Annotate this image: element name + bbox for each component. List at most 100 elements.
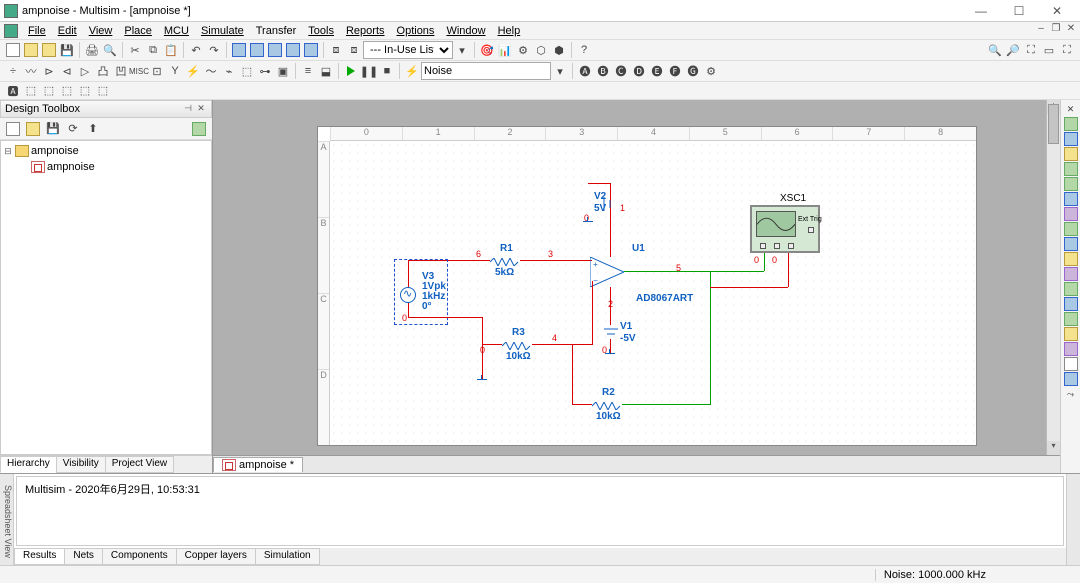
instr-tek-icon[interactable]	[1063, 342, 1079, 356]
menu-help[interactable]: Help	[492, 24, 527, 38]
interactive-icon[interactable]: ⚡	[403, 62, 421, 80]
paste-icon[interactable]: 📋	[162, 41, 180, 59]
menu-transfer[interactable]: Transfer	[250, 24, 303, 38]
v2-icon[interactable]: ⬚	[22, 82, 40, 100]
menu-simulate[interactable]: Simulate	[195, 24, 250, 38]
resistor-r2-icon[interactable]	[592, 401, 622, 409]
instr-iv-icon[interactable]	[1063, 267, 1079, 281]
hier-icon[interactable]: ⬓	[317, 62, 335, 80]
probe3-icon[interactable]: ⚙	[514, 41, 532, 59]
comp2-icon[interactable]: ⧈	[345, 41, 363, 59]
canvas-area[interactable]: 012345678 ABCD V2 5V 0 1 R1	[213, 100, 1060, 473]
instr-spectrum-icon[interactable]	[1063, 297, 1079, 311]
pause-icon[interactable]: ❚❚	[360, 62, 378, 80]
stop-icon[interactable]: ■	[378, 62, 396, 80]
place-src-icon[interactable]: ÷	[4, 62, 22, 80]
place-em-icon[interactable]: ⌁	[220, 62, 238, 80]
inuse-combo[interactable]: --- In-Use List ---	[363, 41, 453, 59]
v4-icon[interactable]: ⬚	[58, 82, 76, 100]
instr-network-icon[interactable]	[1063, 312, 1079, 326]
tab-components[interactable]: Components	[102, 548, 177, 565]
instr-multimeter-icon[interactable]	[1063, 117, 1079, 131]
menu-reports[interactable]: Reports	[340, 24, 391, 38]
tab-results[interactable]: Results	[14, 548, 65, 565]
place-mcu-icon[interactable]: ▣	[274, 62, 292, 80]
print-icon[interactable]: 🖨	[83, 41, 101, 59]
v6-icon[interactable]: ⬚	[94, 82, 112, 100]
menu-view[interactable]: View	[83, 24, 119, 38]
v5-icon[interactable]: ⬚	[76, 82, 94, 100]
probe2-icon[interactable]: 📊	[496, 41, 514, 59]
zoomin-icon[interactable]: 🔍	[986, 41, 1004, 59]
cut-icon[interactable]: ✂	[126, 41, 144, 59]
oscilloscope-icon[interactable]: Ext Trig	[750, 205, 820, 253]
place-misc-icon[interactable]: MISC	[130, 62, 148, 80]
sheet3-icon[interactable]	[266, 41, 284, 59]
mdi-close[interactable]: ✕	[1064, 22, 1078, 36]
tab-simulation[interactable]: Simulation	[255, 548, 320, 565]
doc-tab-ampnoise[interactable]: ampnoise *	[213, 457, 303, 472]
place-analog-icon[interactable]: ▷	[76, 62, 94, 80]
menu-file[interactable]: File	[22, 24, 52, 38]
probe-a-icon[interactable]: 🅐	[576, 62, 594, 80]
place-cmos-icon[interactable]: 凹	[112, 62, 130, 80]
preview-icon[interactable]: 🔍	[101, 41, 119, 59]
tree-child[interactable]: ampnoise	[3, 159, 209, 175]
instr-scope-icon[interactable]	[1063, 162, 1079, 176]
tb-filter-icon[interactable]	[190, 120, 208, 138]
gnd-v1-icon[interactable]	[604, 353, 616, 363]
spreadsheet-tab[interactable]: Spreadsheet View	[0, 474, 14, 565]
instr-4scope-icon[interactable]	[1063, 177, 1079, 191]
undo-icon[interactable]: ↶	[187, 41, 205, 59]
instr-logican-icon[interactable]	[1063, 252, 1079, 266]
r3-ref[interactable]: R3	[512, 327, 525, 338]
scroll-thumb[interactable]	[1048, 104, 1059, 144]
instr-wordgen-icon[interactable]	[1063, 222, 1079, 236]
tab-copper[interactable]: Copper layers	[176, 548, 256, 565]
tab-visibility[interactable]: Visibility	[56, 456, 106, 473]
copy-icon[interactable]: ⧉	[144, 41, 162, 59]
instr-logicconv-icon[interactable]	[1063, 237, 1079, 251]
open-icon[interactable]	[22, 41, 40, 59]
probe5-icon[interactable]: ⬢	[550, 41, 568, 59]
bus-icon[interactable]: ≡	[299, 62, 317, 80]
run-icon[interactable]	[342, 62, 360, 80]
mdi-min[interactable]: –	[1034, 22, 1048, 36]
v1-icon[interactable]: 🅰	[4, 82, 22, 100]
tree-root[interactable]: ⊟ ampnoise	[3, 143, 209, 159]
ac-source-icon[interactable]	[400, 287, 416, 303]
probe-d-icon[interactable]: 🅓	[630, 62, 648, 80]
zoomout-icon[interactable]: 🔎	[1004, 41, 1022, 59]
analysis-drop-icon[interactable]: ▾	[551, 62, 569, 80]
probe1-icon[interactable]: 🎯	[478, 41, 496, 59]
resistor-r3-icon[interactable]	[502, 341, 532, 349]
sheet4-icon[interactable]	[284, 41, 302, 59]
menu-tools[interactable]: Tools	[302, 24, 340, 38]
tb-up-icon[interactable]: ⬆	[84, 120, 102, 138]
tb-save-icon[interactable]: 💾	[44, 120, 62, 138]
v3-icon[interactable]: ⬚	[40, 82, 58, 100]
place-ni-icon[interactable]: ⬚	[238, 62, 256, 80]
place-basic-icon[interactable]: 〰	[22, 62, 40, 80]
output-log[interactable]: Multisim - 2020年6月29日, 10:53:31	[16, 476, 1064, 546]
open2-icon[interactable]	[40, 41, 58, 59]
opamp-icon[interactable]: +−	[590, 257, 624, 287]
place-conn-icon[interactable]: ⊶	[256, 62, 274, 80]
probe-b-icon[interactable]: 🅑	[594, 62, 612, 80]
sheet2-icon[interactable]	[248, 41, 266, 59]
probe-e-icon[interactable]: 🅔	[648, 62, 666, 80]
zoomarea-icon[interactable]: ▭	[1040, 41, 1058, 59]
u1-ref[interactable]: U1	[632, 243, 645, 254]
probe-set-icon[interactable]: ⚙	[702, 62, 720, 80]
window-minimize[interactable]: —	[962, 1, 1000, 21]
instr-ni-icon[interactable]	[1063, 372, 1079, 386]
comp1-icon[interactable]: ⧈	[327, 41, 345, 59]
tab-nets[interactable]: Nets	[64, 548, 103, 565]
fullscreen-icon[interactable]: ⛶	[1058, 41, 1076, 59]
redo-icon[interactable]: ↷	[205, 41, 223, 59]
probe-c-icon[interactable]: 🅒	[612, 62, 630, 80]
tb-new-icon[interactable]	[4, 120, 22, 138]
instr-agilent-icon[interactable]	[1063, 327, 1079, 341]
v1-ref[interactable]: V1	[620, 321, 632, 332]
menu-mcu[interactable]: MCU	[158, 24, 195, 38]
